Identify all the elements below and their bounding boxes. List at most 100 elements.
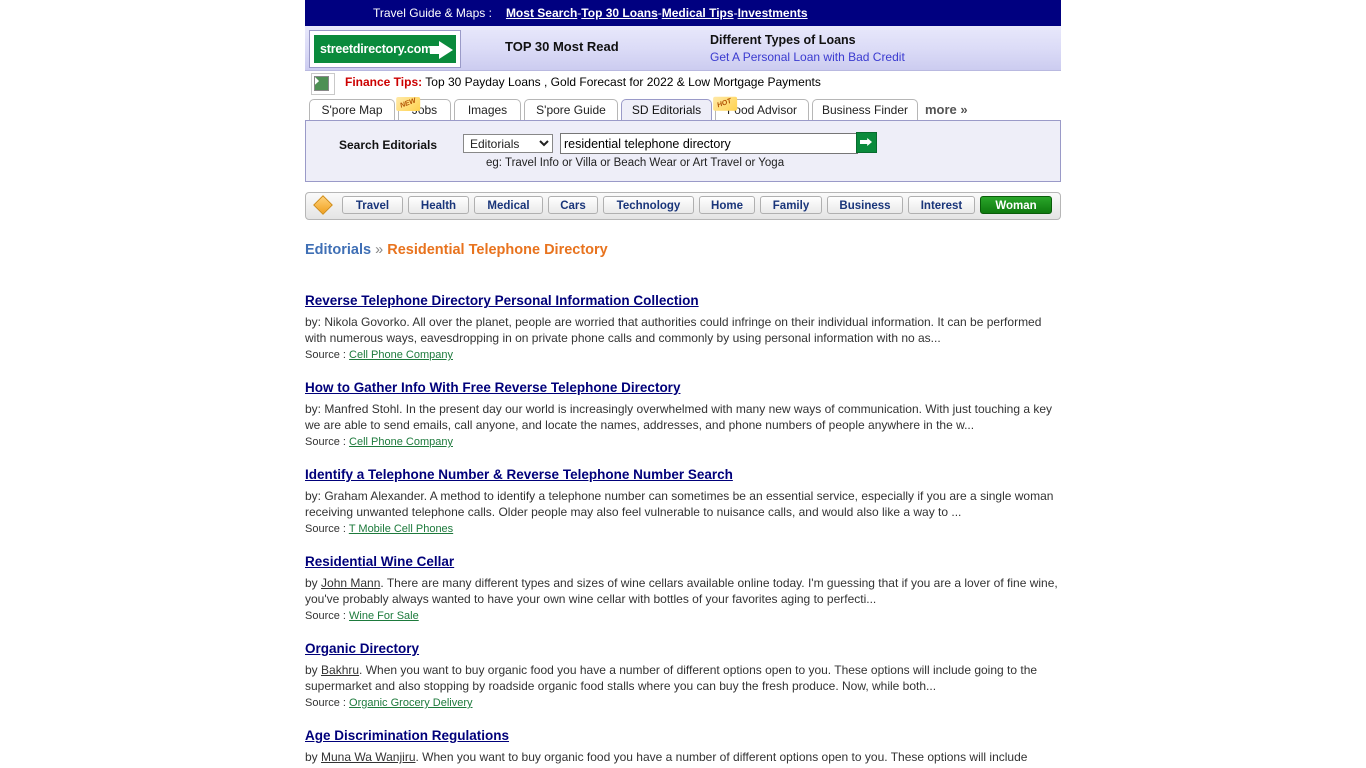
- category-medical[interactable]: Medical: [474, 196, 543, 214]
- category-label: Cars: [560, 200, 586, 212]
- article-source-link[interactable]: T Mobile Cell Phones: [349, 523, 453, 535]
- article-author: Graham Alexander: [324, 489, 424, 503]
- more-tabs-link[interactable]: more »: [925, 102, 968, 117]
- article-author: Nikola Govorko: [324, 315, 407, 329]
- top-link-investments[interactable]: Investments: [738, 6, 808, 20]
- category-business[interactable]: Business: [827, 196, 903, 214]
- tab-label: Images: [467, 103, 508, 117]
- article-source-label: Source :: [305, 349, 350, 361]
- finance-tips-label: Finance Tips:: [345, 75, 423, 89]
- logo-arrow-icon: [439, 41, 453, 59]
- search-panel: Search Editorials Editorials eg: Travel …: [305, 121, 1061, 182]
- article-item: Reverse Telephone Directory Personal Inf…: [305, 292, 1061, 361]
- tab-label: SD Editorials: [631, 103, 702, 117]
- category-home[interactable]: Home: [699, 196, 755, 214]
- page-root: Travel Guide & Maps : Most Search-Top 30 …: [0, 0, 1366, 768]
- tab-label: S'pore Map: [321, 103, 383, 117]
- category-label: Interest: [920, 200, 963, 212]
- finance-tips-text: Finance Tips: Top 30 Payday Loans , Gold…: [345, 75, 821, 89]
- category-interest[interactable]: Interest: [908, 196, 975, 214]
- article-body-text: . In the present day our world is increa…: [305, 402, 1053, 432]
- category-label: Technology: [616, 200, 681, 212]
- category-travel[interactable]: Travel: [342, 196, 403, 214]
- top-link-medical-tips[interactable]: Medical Tips: [662, 6, 734, 20]
- article-summary: by: Nikola Govorko. All over the planet,…: [305, 314, 1059, 346]
- search-scope-select[interactable]: Editorials: [463, 134, 553, 153]
- tab-label: Business Finder: [821, 103, 909, 117]
- category-label: Woman: [995, 200, 1037, 212]
- finance-tips-strip: Finance Tips: Top 30 Payday Loans , Gold…: [305, 71, 1061, 97]
- article-body-text: . When you want to buy organic food you …: [305, 663, 1038, 693]
- article-author[interactable]: Muna Wa Wanjiru: [321, 750, 415, 764]
- article-source: Source : T Mobile Cell Phones: [305, 523, 1061, 535]
- article-title-link[interactable]: Identify a Telephone Number & Reverse Te…: [305, 466, 733, 483]
- article-item: How to Gather Info With Free Reverse Tel…: [305, 379, 1061, 448]
- category-label: Home: [711, 200, 743, 212]
- article-author[interactable]: Bakhru: [321, 663, 359, 677]
- article-by-prefix: by:: [305, 489, 325, 503]
- article-author[interactable]: John Mann: [321, 576, 380, 590]
- category-technology[interactable]: Technology: [603, 196, 694, 214]
- article-item: Residential Wine Cellar by John Mann. The…: [305, 553, 1061, 622]
- article-source-label: Source :: [305, 523, 349, 535]
- article-summary: by John Mann. There are many different t…: [305, 575, 1059, 607]
- tab-business-finder[interactable]: Business Finder: [812, 99, 918, 120]
- article-title-link[interactable]: Age Discrimination Regulations: [305, 727, 509, 744]
- article-source-label: Source :: [305, 436, 350, 448]
- search-go-button[interactable]: [856, 132, 877, 153]
- tab-sd-editorials[interactable]: SD Editorials: [621, 99, 712, 120]
- tab-images[interactable]: Images: [454, 99, 521, 120]
- home-diamond-icon[interactable]: [313, 195, 333, 215]
- category-label: Family: [772, 200, 810, 212]
- article-summary: by Bakhru. When you want to buy organic …: [305, 662, 1059, 694]
- article-source-link[interactable]: Cell Phone Company: [349, 349, 453, 361]
- article-item: Age Discrimination Regulations by Muna Wa…: [305, 727, 1061, 768]
- site-container: Travel Guide & Maps : Most Search-Top 30 …: [305, 0, 1061, 768]
- article-title-link[interactable]: How to Gather Info With Free Reverse Tel…: [305, 379, 680, 396]
- tab-spore-guide[interactable]: S'pore Guide: [524, 99, 618, 120]
- article-source: Source : Cell Phone Company: [305, 436, 1061, 448]
- main-tabs: S'pore Map Jobs NEW Images S'pore Guide …: [305, 97, 1061, 121]
- logo-sign: streetdirectory.com: [312, 33, 458, 65]
- article-title-link[interactable]: Reverse Telephone Directory Personal Inf…: [305, 292, 699, 309]
- top-link-top-30-loans[interactable]: Top 30 Loans: [581, 6, 657, 20]
- article-source-label: Source :: [305, 697, 350, 709]
- article-title-link[interactable]: Residential Wine Cellar: [305, 553, 454, 570]
- category-label: Medical: [487, 200, 530, 212]
- search-examples: eg: Travel Info or Villa or Beach Wear o…: [486, 157, 785, 169]
- tab-jobs[interactable]: Jobs: [398, 99, 451, 120]
- category-woman[interactable]: Woman: [980, 196, 1052, 214]
- category-bar: Travel Health Medical Cars Technology Ho…: [305, 192, 1061, 220]
- breadcrumb: Editorials » Residential Telephone Direc…: [305, 242, 1061, 258]
- finance-tips-body[interactable]: Top 30 Payday Loans , Gold Forecast for …: [425, 75, 821, 89]
- category-family[interactable]: Family: [760, 196, 822, 214]
- category-cars[interactable]: Cars: [548, 196, 598, 214]
- header-band: streetdirectory.com TOP 30 Most Read Dif…: [305, 26, 1061, 71]
- top-bar-label: Travel Guide & Maps :: [373, 6, 492, 20]
- article-source-link[interactable]: Wine For Sale: [349, 610, 419, 622]
- search-input[interactable]: [560, 133, 858, 154]
- tab-food-advisor[interactable]: Food Advisor: [715, 99, 809, 120]
- top-link-most-search[interactable]: Most Search: [506, 6, 577, 20]
- category-label: Health: [420, 200, 457, 212]
- article-source: Source : Cell Phone Company: [305, 349, 1061, 361]
- breadcrumb-root[interactable]: Editorials: [305, 242, 371, 258]
- category-health[interactable]: Health: [408, 196, 469, 214]
- article-source-link[interactable]: Organic Grocery Delivery: [349, 697, 472, 709]
- tab-spore-map[interactable]: S'pore Map: [309, 99, 395, 120]
- article-by-prefix: by: [305, 663, 322, 677]
- search-label: Search Editorials: [339, 138, 438, 152]
- band-headline: TOP 30 Most Read: [505, 39, 619, 54]
- category-label: Travel: [355, 200, 390, 212]
- breadcrumb-current: Residential Telephone Directory: [387, 242, 608, 258]
- article-item: Identify a Telephone Number & Reverse Te…: [305, 466, 1061, 535]
- promo-subtitle[interactable]: Get A Personal Loan with Bad Credit: [710, 49, 905, 65]
- tab-label: Jobs: [411, 103, 438, 117]
- site-logo[interactable]: streetdirectory.com: [309, 30, 461, 68]
- article-item: Organic Directory by Bakhru. When you wan…: [305, 640, 1061, 709]
- broken-image-icon: [311, 73, 335, 95]
- promo-title: Different Types of Loans: [710, 33, 856, 47]
- article-source-link[interactable]: Cell Phone Company: [349, 436, 453, 448]
- article-title-link[interactable]: Organic Directory: [305, 640, 419, 657]
- article-author: Manfred Stohl: [324, 402, 400, 416]
